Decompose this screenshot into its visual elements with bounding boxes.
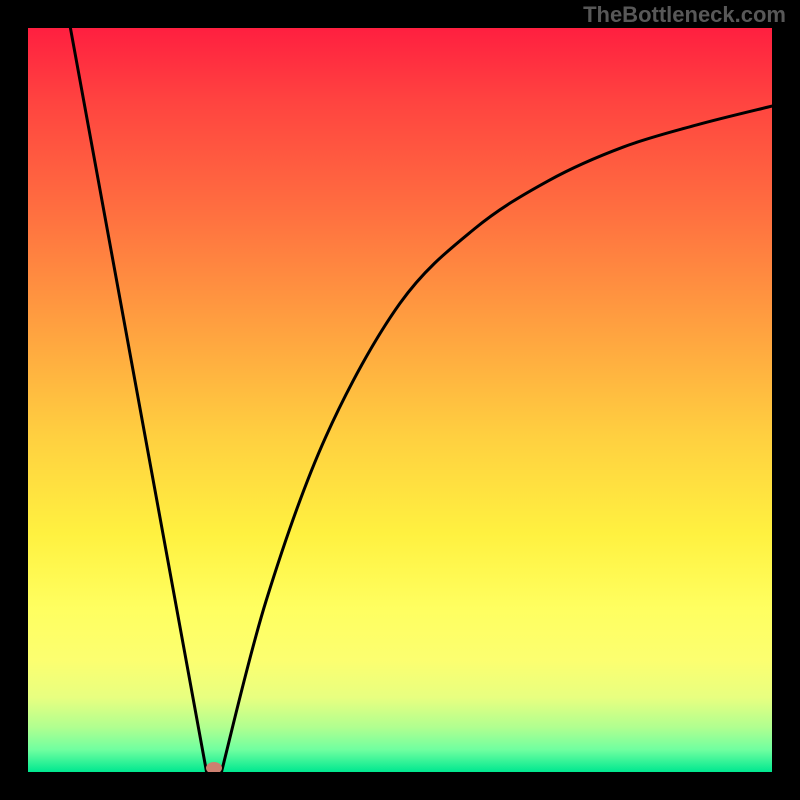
chart-plot-area xyxy=(28,28,772,772)
watermark-text: TheBottleneck.com xyxy=(583,2,786,28)
chart-curve xyxy=(28,28,772,772)
optimal-point-marker xyxy=(206,762,222,772)
bottleneck-curve-path xyxy=(70,28,772,772)
